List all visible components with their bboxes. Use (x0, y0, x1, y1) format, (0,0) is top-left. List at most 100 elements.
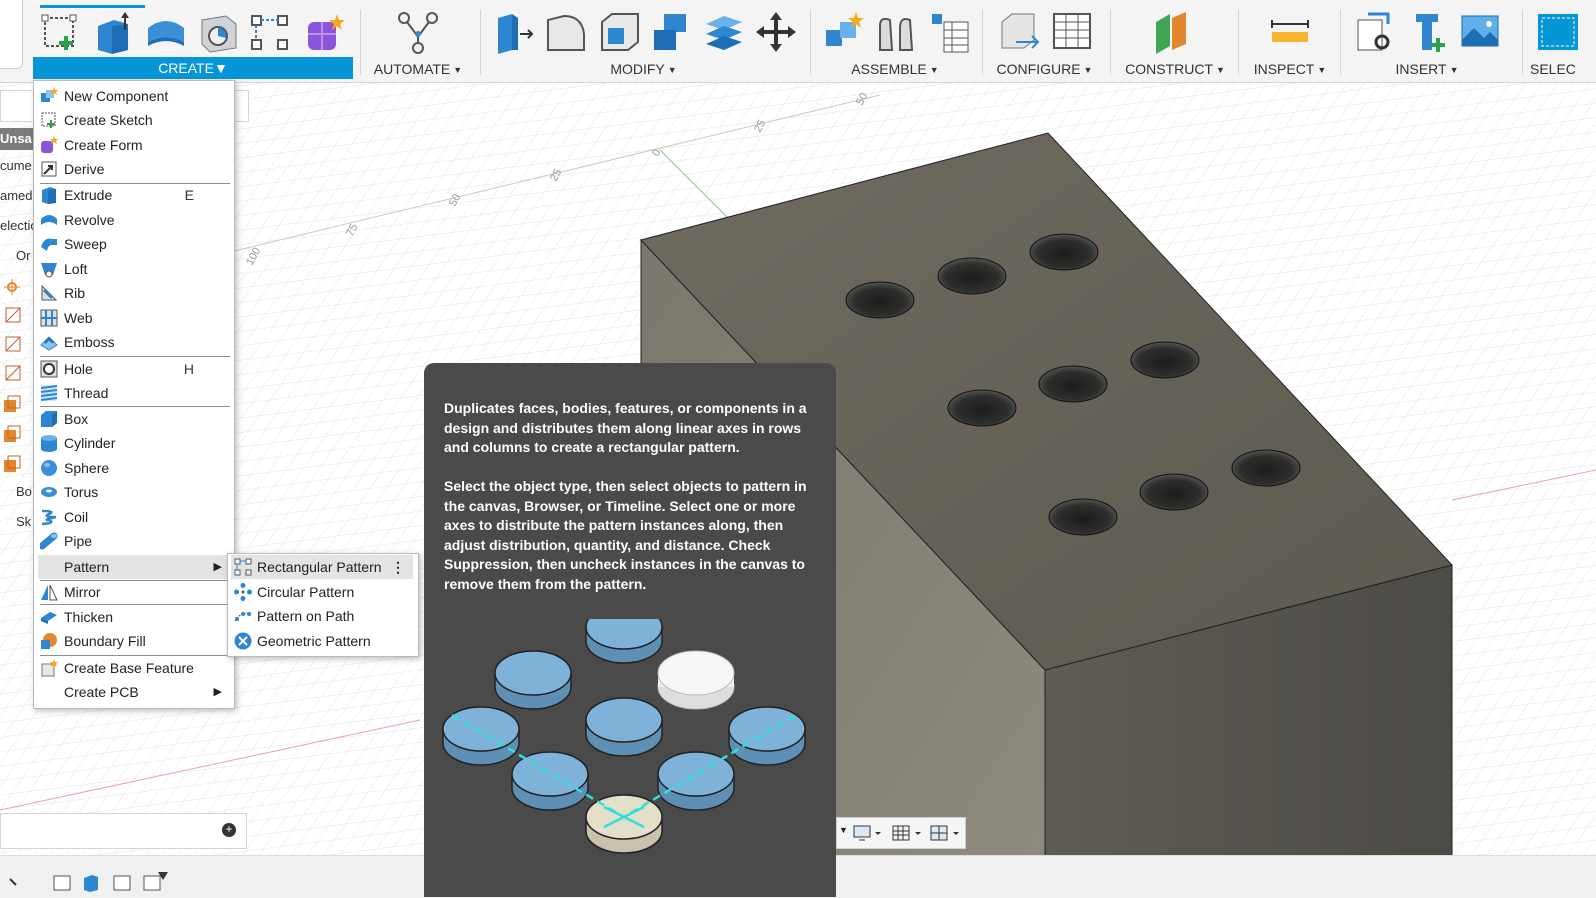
grid-settings-icon[interactable] (891, 824, 925, 842)
display-settings-icon[interactable] (853, 824, 883, 842)
menu-item-sweep[interactable]: Sweep (38, 232, 230, 256)
body-icon[interactable] (2, 394, 22, 416)
tooltip-instructions: Select the object type, then select obje… (444, 478, 807, 592)
menu-item-pattern[interactable]: Pattern ▶ (38, 555, 230, 579)
menu-item-web[interactable]: Web (38, 306, 230, 330)
menu-item-hole[interactable]: Hole H (38, 357, 230, 381)
toolbar-left-tab[interactable] (0, 0, 23, 69)
pipe-icon (40, 532, 58, 550)
toolbar-separator (982, 10, 983, 75)
inspect-group-label[interactable]: INSPECT ▼ (1246, 60, 1334, 80)
extrude-icon[interactable] (92, 10, 136, 54)
configure-icon[interactable] (996, 10, 1040, 54)
sketch-icon[interactable] (4, 306, 22, 328)
menu-item-shortcut: H (183, 361, 194, 377)
move-icon[interactable] (754, 10, 798, 54)
browser-item[interactable]: electio (0, 218, 34, 240)
create-active-indicator (40, 5, 145, 8)
menu-item-mirror[interactable]: Mirror (38, 580, 230, 604)
insert-derive-icon[interactable] (1354, 10, 1398, 54)
menu-item-create-sketch[interactable]: Create Sketch (38, 108, 230, 132)
timeline-features[interactable] (52, 872, 182, 896)
insert-mcmaster-icon[interactable] (1408, 10, 1452, 54)
browser-item[interactable]: amed (0, 188, 34, 210)
submenu-arrow-icon: ▶ (213, 561, 222, 573)
menu-item-pipe[interactable]: Pipe (38, 529, 230, 553)
assemble-group-label[interactable]: ASSEMBLE ▼ (845, 60, 945, 80)
derive-icon (41, 161, 57, 177)
origin-point-icon[interactable] (4, 278, 22, 300)
menu-item-emboss[interactable]: Emboss (38, 330, 230, 354)
rectangular-pattern-toolbar-icon[interactable] (248, 10, 292, 54)
menu-item-coil[interactable]: Coil (38, 505, 230, 529)
revolve-icon[interactable] (144, 10, 188, 54)
chevron-down-icon[interactable]: ▼ (839, 825, 848, 835)
menu-item-new-component[interactable]: New Component (38, 84, 230, 108)
body-icon[interactable] (2, 454, 22, 476)
insert-group-label[interactable]: INSERT ▼ (1382, 60, 1472, 80)
submenu-item-geometric-pattern[interactable]: Geometric Pattern (231, 629, 413, 653)
sketch-icon[interactable] (4, 364, 22, 386)
measure-icon[interactable] (1268, 10, 1312, 54)
browser-item[interactable]: Sk (0, 514, 34, 536)
menu-item-label: Extrude (64, 187, 113, 203)
menu-item-torus[interactable]: Torus (38, 480, 230, 504)
joint-icon[interactable] (874, 10, 918, 54)
construct-plane-icon[interactable] (1152, 10, 1196, 54)
timeline-play-icon[interactable] (8, 871, 28, 891)
toolbar-separator (1340, 10, 1341, 75)
menu-item-create-pcb[interactable]: Create PCB ▶ (38, 680, 230, 704)
menu-item-create-form[interactable]: Create Form (38, 133, 230, 157)
menu-item-boundary-fill[interactable]: Boundary Fill (38, 629, 230, 653)
mirror-icon (41, 584, 58, 601)
sweep-icon (41, 238, 57, 251)
menu-item-extrude[interactable]: Extrude E (38, 183, 230, 207)
browser-root-item[interactable]: Unsa (0, 128, 34, 150)
select-group-label[interactable]: SELEC (1530, 60, 1590, 80)
create-form-icon (41, 136, 58, 153)
submenu-item-rectangular-pattern[interactable]: Rectangular Pattern ⋮ (231, 555, 413, 579)
create-form-icon[interactable] (302, 10, 346, 54)
menu-item-create-base-feature[interactable]: Create Base Feature (38, 656, 230, 680)
menu-item-rib[interactable]: Rib (38, 281, 230, 305)
offset-face-icon[interactable] (702, 10, 746, 54)
submenu-item-circular-pattern[interactable]: Circular Pattern (231, 580, 413, 604)
create-group-label[interactable]: CREATE▼ (33, 57, 353, 79)
shell-icon[interactable] (598, 10, 642, 54)
press-pull-icon[interactable] (492, 10, 536, 54)
sketch-icon[interactable] (4, 335, 22, 357)
add-comment-icon[interactable]: + (222, 823, 236, 837)
menu-item-thread[interactable]: Thread (38, 381, 230, 405)
browser-item[interactable]: Bo (0, 484, 34, 506)
modify-group-label[interactable]: MODIFY ▼ (596, 60, 691, 80)
menu-item-loft[interactable]: Loft (38, 257, 230, 281)
select-icon[interactable] (1536, 10, 1580, 54)
menu-item-thicken[interactable]: Thicken (38, 605, 230, 629)
automate-icon[interactable] (396, 10, 440, 54)
configure-group-label[interactable]: CONFIGURE ▼ (992, 60, 1097, 80)
submenu-item-pattern-on-path[interactable]: Pattern on Path (231, 604, 413, 628)
combine-icon[interactable] (650, 10, 694, 54)
more-options-icon[interactable]: ⋮ (391, 555, 405, 579)
browser-item[interactable]: cume (0, 158, 34, 180)
menu-item-revolve[interactable]: Revolve (38, 208, 230, 232)
menu-item-sphere[interactable]: Sphere (38, 456, 230, 480)
menu-item-derive[interactable]: Derive (38, 157, 230, 181)
hole-toolbar-icon[interactable] (196, 10, 240, 54)
menu-item-box[interactable]: Box (38, 407, 230, 431)
create-sketch-icon[interactable] (40, 10, 84, 54)
comments-panel: + (0, 813, 247, 849)
new-component-toolbar-icon[interactable] (822, 10, 866, 54)
browser-item[interactable]: Or (0, 248, 34, 270)
construct-group-label[interactable]: CONSTRUCT ▼ (1120, 60, 1230, 80)
menu-item-cylinder[interactable]: Cylinder (38, 431, 230, 455)
fillet-icon[interactable] (544, 10, 588, 54)
boundary-fill-icon (41, 633, 57, 649)
menu-item-label: Emboss (64, 334, 115, 350)
bill-of-materials-icon[interactable] (928, 10, 972, 54)
body-icon[interactable] (2, 424, 22, 446)
configure-table-icon[interactable] (1050, 10, 1094, 54)
insert-canvas-icon[interactable] (1458, 10, 1502, 54)
viewports-icon[interactable] (929, 824, 963, 842)
automate-group-label[interactable]: AUTOMATE ▼ (368, 60, 468, 80)
